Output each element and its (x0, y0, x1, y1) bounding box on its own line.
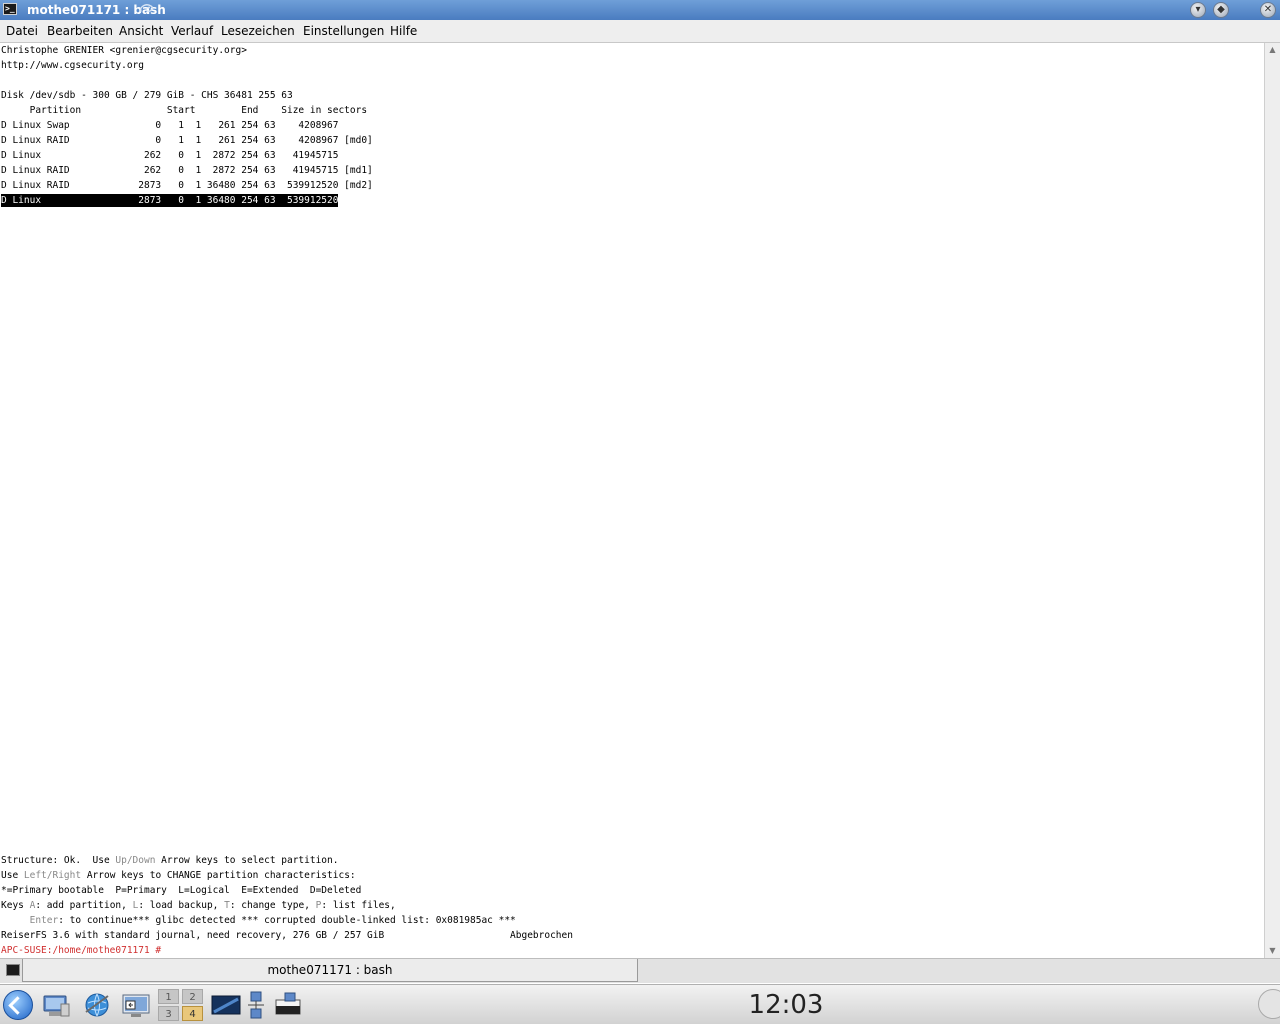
menu-lesezeichen[interactable]: Lesezeichen (221, 24, 295, 38)
close-button[interactable]: ✕ (1260, 2, 1276, 18)
network-icon[interactable] (244, 990, 270, 1020)
minimize-button[interactable]: ▾ (1190, 2, 1206, 18)
pager-desktop-3[interactable]: 3 (158, 1006, 179, 1021)
menu-bar: Datei Bearbeiten Ansicht Verlauf Lesezei… (0, 20, 1280, 43)
partition-row[interactable]: D Linux RAID 262 0 1 2872 254 63 4194571… (1, 164, 373, 177)
k-menu-icon[interactable] (3, 990, 33, 1020)
partition-row[interactable]: D Linux 262 0 1 2872 254 63 41945715 (1, 149, 338, 162)
removable-media-icon[interactable] (273, 990, 303, 1020)
web-browser-icon[interactable] (82, 990, 112, 1020)
maximize-button[interactable]: ◆ (1213, 2, 1229, 18)
error-line: Enter: to continue*** glibc detected ***… (29, 915, 516, 926)
window-titlebar[interactable]: >_ mothe071171 : bash ▾ ◆ ✕ (0, 0, 1280, 20)
menu-bearbeiten[interactable]: Bearbeiten (47, 24, 113, 38)
disk-info-line: Disk /dev/sdb - 300 GB / 279 GiB - CHS 3… (1, 90, 293, 101)
menu-hilfe[interactable]: Hilfe (390, 24, 417, 38)
my-computer-icon[interactable] (41, 990, 71, 1020)
menu-datei[interactable]: Datei (6, 24, 38, 38)
terminal-line: Christophe GRENIER <grenier@cgsecurity.o… (1, 45, 247, 56)
session-tab[interactable]: mothe071171 : bash (22, 959, 638, 982)
scroll-up-arrow-icon[interactable]: ▲ (1265, 43, 1280, 57)
partition-row[interactable]: D Linux Swap 0 1 1 261 254 63 4208967 (1, 119, 338, 132)
session-tab-bar: mothe071171 : bash (0, 958, 1280, 983)
menu-ansicht[interactable]: Ansicht (119, 24, 163, 38)
panel-hide-button[interactable] (1258, 989, 1280, 1019)
menu-einstellungen[interactable]: Einstellungen (303, 24, 384, 38)
partition-table-header: Partition Start End Size in sectors (1, 105, 368, 116)
show-desktop-icon[interactable] (121, 990, 151, 1020)
terminal-scrollbar[interactable]: ▲ ▼ (1264, 43, 1280, 958)
partition-row[interactable]: D Linux RAID 2873 0 1 36480 254 63 53991… (1, 179, 373, 192)
pager-desktop-2[interactable]: 2 (182, 989, 203, 1004)
terminal-output[interactable]: Christophe GRENIER <grenier@cgsecurity.o… (0, 43, 1264, 958)
shell-prompt[interactable]: APC-SUSE:/home/mothe071171 # (1, 944, 161, 957)
terminal-icon[interactable]: >_ (3, 3, 17, 15)
pager-desktop-4-active[interactable]: 4 (182, 1006, 203, 1021)
pager-desktop-1[interactable]: 1 (158, 989, 179, 1004)
taskbar-panel: 1 2 3 4 12:03 (0, 984, 1280, 1024)
desktop-pager[interactable]: 1 2 3 4 (158, 989, 204, 1021)
terminal-task-icon[interactable] (211, 990, 241, 1020)
new-session-icon[interactable] (6, 964, 20, 976)
terminal-line: http://www.cgsecurity.org (1, 60, 144, 71)
clock[interactable]: 12:03 (740, 988, 832, 1022)
help-line: Use Left/Right Arrow keys to CHANGE part… (1, 870, 356, 881)
partition-row-selected[interactable]: D Linux 2873 0 1 36480 254 63 539912520 (1, 194, 339, 207)
partition-row[interactable]: D Linux RAID 0 1 1 261 254 63 4208967 [m… (1, 134, 373, 147)
legend-line: *=Primary bootable P=Primary L=Logical E… (1, 885, 362, 896)
menu-verlauf[interactable]: Verlauf (171, 24, 213, 38)
shell-icon (139, 4, 154, 13)
scroll-down-arrow-icon[interactable]: ▼ (1265, 944, 1280, 958)
help-line: Structure: Ok. Use Up/Down Arrow keys to… (1, 855, 339, 866)
keys-line: Keys A: add partition, L: load backup, T… (1, 900, 396, 911)
filesystem-line: ReiserFS 3.6 with standard journal, need… (1, 930, 573, 941)
